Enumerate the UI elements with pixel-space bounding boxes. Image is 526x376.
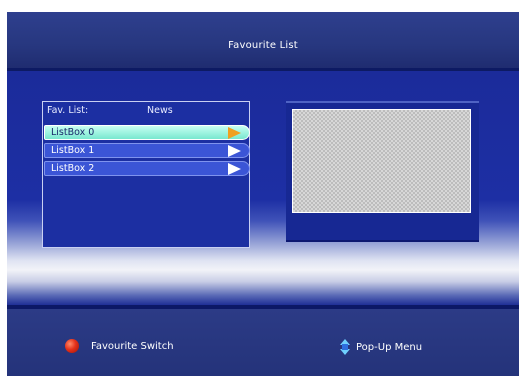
- list-item-label: ListBox 1: [51, 145, 95, 156]
- list-value: News: [147, 105, 173, 116]
- page-title: Favourite List: [228, 40, 298, 51]
- favourite-list-panel: Fav. List: News ListBox 0 ListBox 1 List…: [42, 101, 250, 248]
- list-item-1[interactable]: ListBox 1: [44, 143, 250, 158]
- arrow-right-icon: [228, 145, 241, 157]
- header-bar: Favourite List: [7, 12, 519, 68]
- list-label: Fav. List:: [47, 105, 89, 116]
- list-item-2[interactable]: ListBox 2: [44, 161, 250, 176]
- popup-menu-hint[interactable]: Pop-Up Menu: [340, 339, 422, 355]
- list-item-0[interactable]: ListBox 0: [44, 125, 250, 140]
- tv-screen: Favourite List Fav. List: News ListBox 0…: [7, 12, 519, 376]
- list-item-label: ListBox 2: [51, 163, 95, 174]
- popup-menu-label: Pop-Up Menu: [356, 341, 423, 353]
- favourite-switch-hint[interactable]: Favourite Switch: [65, 339, 174, 353]
- list-header: Fav. List: News: [47, 105, 173, 116]
- red-button-icon: [65, 339, 79, 353]
- footer-bar: Favourite Switch Pop-Up Menu: [7, 309, 519, 376]
- preview-window: [286, 101, 479, 242]
- arrow-right-icon: [228, 127, 241, 139]
- arrow-right-icon: [228, 163, 241, 175]
- up-down-nav-icon: [340, 339, 350, 355]
- favourite-switch-label: Favourite Switch: [91, 340, 174, 352]
- video-preview: [292, 109, 471, 213]
- list-item-label: ListBox 0: [51, 127, 95, 138]
